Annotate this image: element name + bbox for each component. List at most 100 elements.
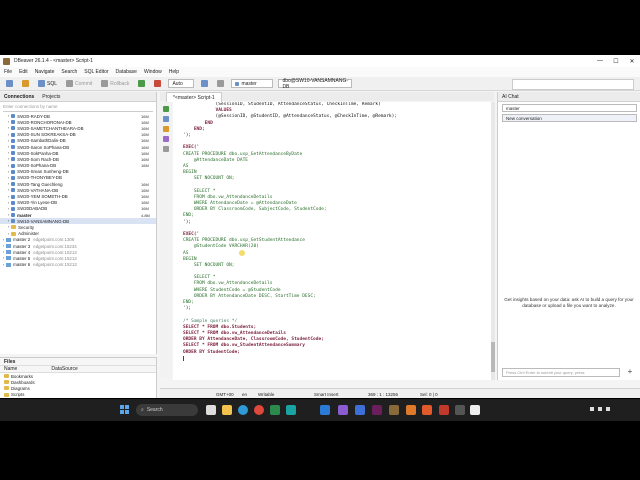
chevron-right-icon[interactable]: › (8, 120, 9, 124)
explain-icon[interactable] (163, 126, 169, 132)
app-icon-teal[interactable] (286, 405, 296, 415)
chevron-right-icon[interactable]: › (8, 195, 9, 199)
start-button[interactable] (120, 405, 129, 414)
menu-database[interactable]: Database (116, 69, 137, 75)
chevron-right-icon[interactable]: › (8, 213, 9, 217)
code-line[interactable] (183, 355, 397, 362)
code-token: /* Sample queries */ (183, 318, 238, 324)
ai-icon[interactable] (163, 136, 169, 142)
database-icon (11, 163, 16, 168)
app-icon-dark[interactable] (455, 405, 465, 415)
edge-icon[interactable] (238, 405, 248, 415)
code-line[interactable]: (@SessionID, @StudentID, @AttendanceStat… (183, 114, 398, 120)
chevron-right-icon[interactable]: › (8, 232, 9, 236)
chevron-right-icon[interactable]: › (8, 114, 9, 118)
tab-script-1[interactable]: *<master> Script-1 (166, 92, 222, 102)
execute-script-icon[interactable] (163, 116, 169, 122)
rollback-icon (101, 80, 109, 87)
ai-connection-select[interactable]: master (502, 104, 637, 112)
sql-code[interactable]: (SessionID, StudentID, AttendanceStatus,… (183, 102, 397, 362)
tray-volume-icon[interactable] (598, 407, 602, 411)
app-icon-red[interactable] (439, 405, 449, 415)
active-connection-select[interactable]: master (231, 79, 274, 88)
menu-help[interactable]: Help (169, 69, 179, 75)
refresh-button[interactable] (199, 79, 210, 89)
chevron-right-icon[interactable]: › (8, 225, 9, 229)
chevron-right-icon[interactable]: › (8, 139, 9, 143)
menu-search[interactable]: Search (61, 69, 77, 75)
scroll-thumb[interactable] (491, 342, 495, 372)
visual-studio-icon[interactable] (338, 405, 348, 415)
settings-button[interactable] (215, 79, 226, 89)
home-icon[interactable] (470, 405, 480, 415)
chevron-right-icon[interactable]: › (8, 207, 9, 211)
rollback-button[interactable]: Rollback (99, 79, 131, 89)
format-icon[interactable] (163, 146, 169, 152)
run-button[interactable] (136, 79, 147, 89)
brave-icon[interactable] (422, 405, 432, 415)
app-icon-green[interactable] (270, 405, 280, 415)
menu-file[interactable]: File (4, 69, 12, 75)
editor-scrollbar[interactable] (491, 102, 495, 380)
chevron-right-icon[interactable]: › (8, 182, 9, 186)
code-token: WHERE AttendanceDate = @AttendanceDate (183, 201, 297, 206)
tree-item-connection[interactable]: › master 6 edgetpoint.com:15213 (0, 262, 156, 268)
sql-editor[interactable]: (SessionID, StudentID, AttendanceStatus,… (173, 102, 491, 380)
tray-network-icon[interactable] (590, 407, 594, 411)
maximize-button[interactable]: ☐ (608, 58, 624, 65)
chevron-right-icon[interactable]: › (8, 201, 9, 205)
chevron-right-icon[interactable]: › (8, 145, 9, 149)
taskview-icon[interactable] (206, 405, 216, 415)
ai-hint-text: Get insights based on your data: ask AI … (504, 297, 634, 308)
ai-prompt-input[interactable]: Press Ctrl+Enter to submit your query, p… (502, 368, 620, 377)
database-icon (11, 213, 16, 218)
commit-button[interactable]: Commit (64, 79, 94, 89)
chevron-right-icon[interactable]: › (3, 263, 4, 267)
menu-navigate[interactable]: Navigate (35, 69, 55, 75)
sql-button[interactable]: SQL (36, 79, 59, 89)
tab-projects[interactable]: Projects (42, 94, 60, 100)
vscode-icon[interactable] (320, 405, 330, 415)
chevron-right-icon[interactable]: › (3, 256, 4, 260)
chevron-right-icon[interactable]: › (8, 176, 9, 180)
tab-connections[interactable]: Connections (4, 94, 34, 100)
chevron-right-icon[interactable]: › (8, 164, 9, 168)
dbeaver-icon[interactable] (389, 405, 399, 415)
chevron-right-icon[interactable]: › (3, 250, 4, 254)
new-database-button[interactable] (20, 79, 31, 89)
tab-files[interactable]: Files (4, 359, 15, 365)
chevron-right-icon[interactable]: › (8, 170, 9, 174)
chevron-right-icon[interactable]: › (8, 219, 9, 223)
ai-chat-tab[interactable]: AI Chat (498, 92, 640, 102)
tray-battery-icon[interactable] (606, 407, 610, 411)
ai-send-button[interactable]: + (625, 368, 635, 377)
ai-conversation-select[interactable]: New conversation (502, 114, 637, 122)
chevron-right-icon[interactable]: › (8, 188, 9, 192)
project-item[interactable]: Scripts (0, 392, 156, 398)
chevron-right-icon[interactable]: › (3, 238, 4, 242)
xd-icon[interactable] (372, 405, 382, 415)
transaction-mode-select[interactable]: Auto (168, 79, 195, 88)
connection-filter-input[interactable]: Enter connections by name (3, 103, 153, 112)
app-icon-orange[interactable] (406, 405, 416, 415)
close-button[interactable]: ✕ (624, 58, 640, 65)
menu-window[interactable]: Window (144, 69, 162, 75)
chevron-right-icon[interactable]: › (3, 244, 4, 248)
file-explorer-icon[interactable] (222, 405, 232, 415)
minimize-button[interactable]: — (592, 58, 608, 65)
taskbar-search[interactable]: ⌕ Search (136, 404, 198, 416)
chevron-right-icon[interactable]: › (8, 126, 9, 130)
toolbar-search-input[interactable] (512, 79, 634, 90)
app-icon-blue[interactable] (355, 405, 365, 415)
active-datasource-select[interactable]: dbo@SW10-VANSAMNANG-DB (278, 78, 353, 90)
chevron-right-icon[interactable]: › (8, 157, 9, 161)
new-connection-button[interactable] (4, 79, 15, 89)
execute-icon[interactable] (163, 106, 169, 112)
stop-button[interactable] (152, 79, 163, 89)
chevron-right-icon[interactable]: › (8, 151, 9, 155)
menu-sql-editor[interactable]: SQL Editor (84, 69, 108, 75)
menu-edit[interactable]: Edit (19, 69, 28, 75)
tree-item-label: SW20DABADB (17, 206, 48, 212)
chrome-icon[interactable] (254, 405, 264, 415)
chevron-right-icon[interactable]: › (8, 133, 9, 137)
